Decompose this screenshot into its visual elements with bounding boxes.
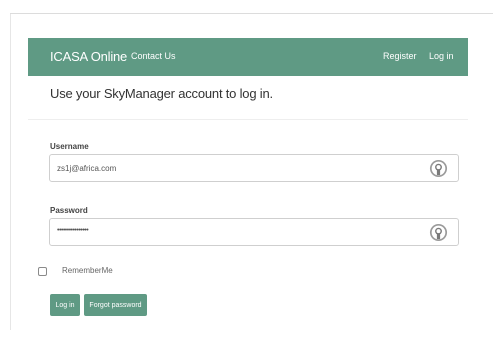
nav-login-link[interactable]: Log in	[429, 51, 454, 61]
remember-me-label[interactable]: RememberMe	[62, 266, 113, 275]
password-label: Password	[50, 206, 88, 215]
login-button[interactable]: Log in	[50, 294, 80, 316]
page-heading: Use your SkyManager account to log in.	[50, 86, 273, 101]
nav-register-link[interactable]: Register	[383, 51, 417, 61]
username-value: zs1j@africa.com	[57, 164, 117, 173]
nav-contact-link[interactable]: Contact Us	[131, 51, 176, 61]
password-value: ••••••••••••••••	[57, 227, 89, 234]
top-navbar: ICASA Online Contact Us Register Log in	[28, 38, 468, 76]
password-field[interactable]: ••••••••••••••••	[49, 218, 459, 246]
heading-divider	[28, 119, 468, 120]
username-field[interactable]: zs1j@africa.com	[49, 154, 459, 182]
username-label: Username	[50, 142, 89, 151]
user-circle-icon[interactable]	[429, 223, 448, 242]
forgot-password-button[interactable]: Forgot password	[84, 294, 147, 316]
window-top-divider	[10, 13, 493, 14]
brand-link[interactable]: ICASA Online	[50, 49, 127, 64]
window-left-divider	[10, 14, 11, 330]
user-circle-icon[interactable]	[429, 159, 448, 178]
remember-me-checkbox[interactable]	[38, 267, 47, 276]
